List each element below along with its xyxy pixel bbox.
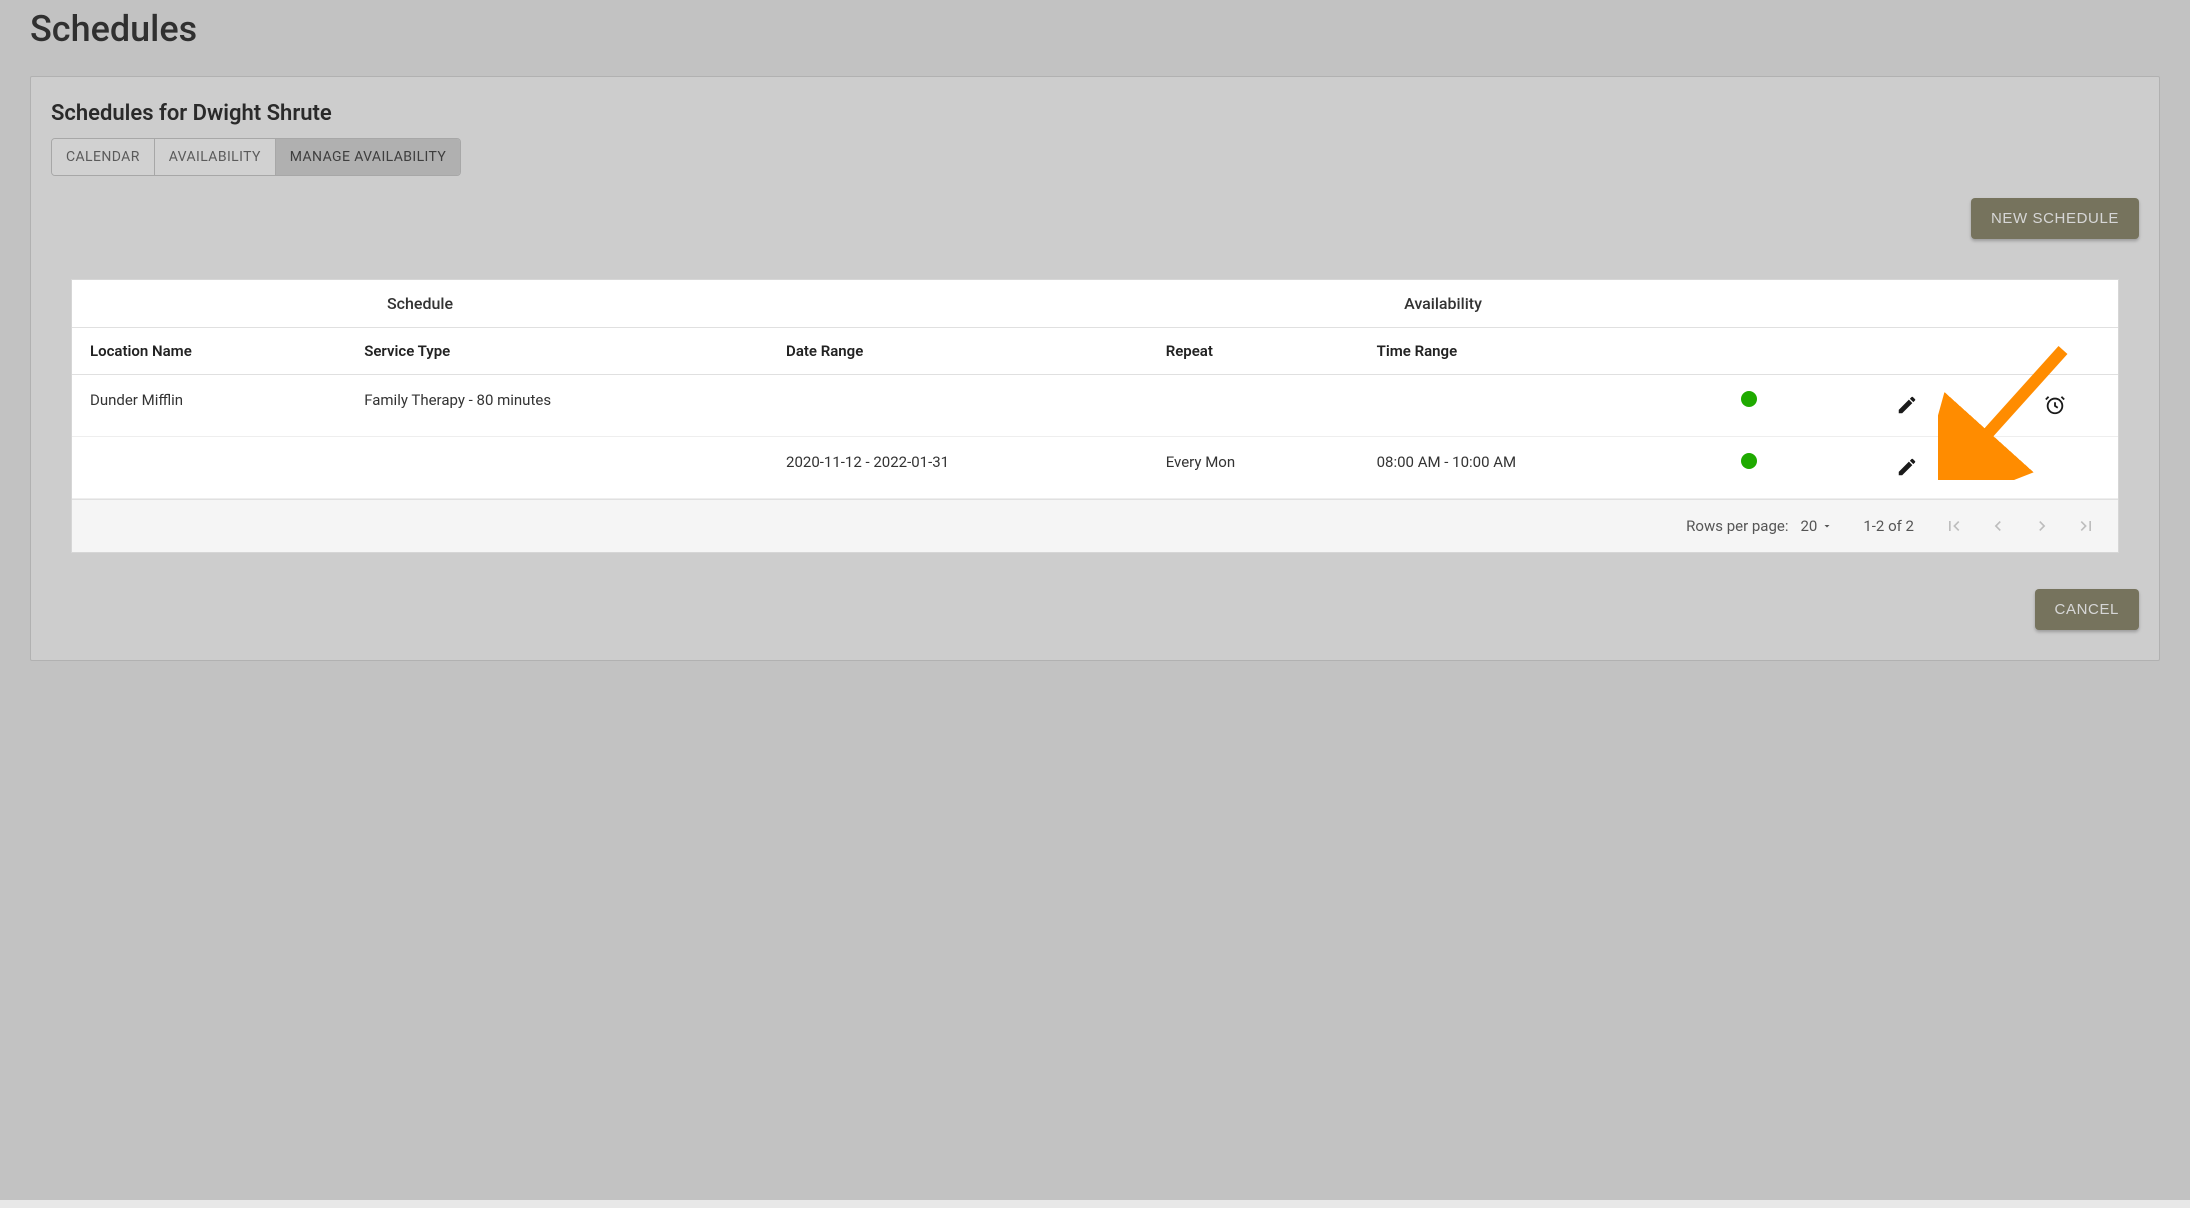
schedule-card: Schedules for Dwight Shrute CALENDAR AVA…	[30, 76, 2160, 661]
rows-per-page-label: Rows per page:	[1686, 517, 1788, 535]
pencil-icon	[1896, 456, 1918, 478]
cell-date-range	[768, 375, 1148, 437]
page-title: Schedules	[30, 8, 2160, 50]
cell-repeat: Every Mon	[1148, 437, 1359, 499]
alarm-clock-icon	[2044, 394, 2066, 416]
status-indicator	[1741, 391, 1757, 407]
first-page-icon	[1944, 516, 1964, 536]
cell-location	[72, 437, 346, 499]
cancel-button[interactable]: CANCEL	[2035, 589, 2139, 630]
last-page-button[interactable]	[2076, 516, 2096, 536]
pagination-bar: Rows per page: 20 1-2 of 2	[72, 499, 2118, 552]
cell-service-type	[346, 437, 768, 499]
tab-bar: CALENDAR AVAILABILITY MANAGE AVAILABILIT…	[51, 138, 461, 176]
rows-per-page-select[interactable]: 20	[1800, 517, 1833, 535]
last-page-icon	[2076, 516, 2096, 536]
new-schedule-button[interactable]: NEW SCHEDULE	[1971, 198, 2139, 239]
chevron-left-icon	[1988, 516, 2008, 536]
table-row: Dunder Mifflin Family Therapy - 80 minut…	[72, 375, 2118, 437]
header-date-range: Date Range	[768, 328, 1148, 375]
next-page-button[interactable]	[2032, 516, 2052, 536]
tab-availability[interactable]: AVAILABILITY	[155, 139, 276, 175]
alarm-button[interactable]	[2041, 391, 2069, 419]
cell-location: Dunder Mifflin	[72, 375, 346, 437]
cell-time-range: 08:00 AM - 10:00 AM	[1359, 437, 1675, 499]
table-row: 2020-11-12 - 2022-01-31 Every Mon 08:00 …	[72, 437, 2118, 499]
schedule-table: Schedule Availability Location Name Serv…	[71, 279, 2119, 553]
cell-date-range: 2020-11-12 - 2022-01-31	[768, 437, 1148, 499]
cell-time-range	[1359, 375, 1675, 437]
card-title: Schedules for Dwight Shrute	[51, 101, 2139, 126]
header-location: Location Name	[72, 328, 346, 375]
edit-button[interactable]	[1893, 453, 1921, 481]
chevron-down-icon	[1821, 520, 1833, 532]
status-indicator	[1741, 453, 1757, 469]
header-service-type: Service Type	[346, 328, 768, 375]
cell-repeat	[1148, 375, 1359, 437]
pencil-icon	[1896, 394, 1918, 416]
group-header-schedule: Schedule	[72, 280, 768, 328]
pagination-range: 1-2 of 2	[1863, 517, 1914, 535]
tab-calendar[interactable]: CALENDAR	[52, 139, 155, 175]
rows-per-page-value: 20	[1800, 517, 1817, 535]
header-time-range: Time Range	[1359, 328, 1675, 375]
group-header-availability: Availability	[768, 280, 2118, 328]
cell-service-type: Family Therapy - 80 minutes	[346, 375, 768, 437]
first-page-button[interactable]	[1944, 516, 1964, 536]
edit-button[interactable]	[1893, 391, 1921, 419]
prev-page-button[interactable]	[1988, 516, 2008, 536]
header-repeat: Repeat	[1148, 328, 1359, 375]
chevron-right-icon	[2032, 516, 2052, 536]
tab-manage-availability[interactable]: MANAGE AVAILABILITY	[276, 139, 460, 175]
